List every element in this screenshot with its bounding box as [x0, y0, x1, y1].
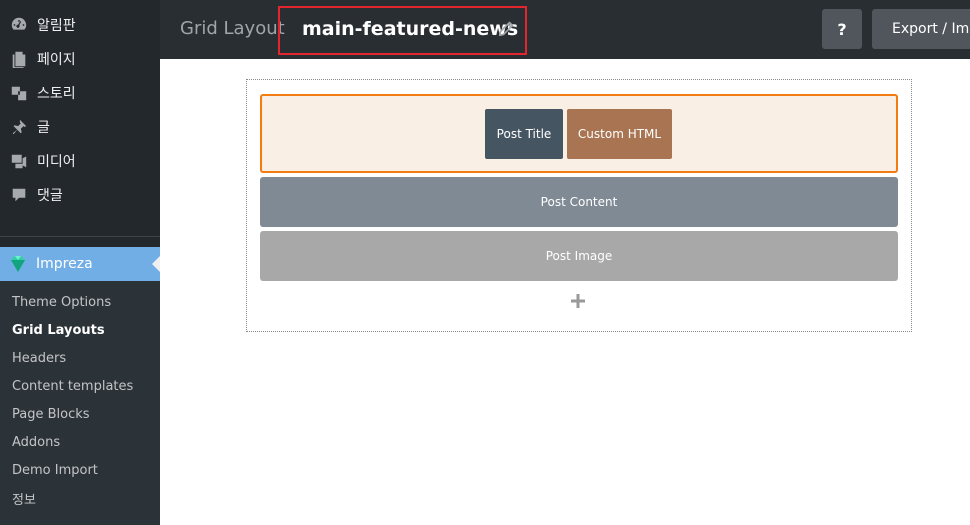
comment-icon [9, 185, 29, 205]
menu-item-label: 미디어 [37, 154, 76, 170]
menu-item-label: 스토리 [37, 86, 76, 102]
active-indicator [152, 256, 160, 272]
submenu-page-blocks[interactable]: Page Blocks [0, 400, 160, 428]
grid-layout-canvas: Post Title Custom HTML Post Content Post… [246, 79, 912, 332]
menu-item-impreza[interactable]: Impreza [0, 247, 160, 281]
element-post-content[interactable]: Post Content [260, 177, 898, 227]
menu-item-stories[interactable]: 스토리 [0, 76, 160, 110]
submenu-demo-import[interactable]: Demo Import [0, 456, 160, 484]
impreza-submenu: Theme Options Grid Layouts Headers Conte… [0, 281, 160, 525]
plus-icon[interactable] [569, 292, 587, 310]
layout-title[interactable]: main-featured-news [302, 18, 518, 40]
submenu-content-templates[interactable]: Content templates [0, 372, 160, 400]
stories-icon [9, 83, 29, 103]
menu-item-label: 알림판 [37, 18, 76, 34]
admin-sidebar: 알림판 페이지 스토리 글 미디어 댓글 Impreza Theme Optio… [0, 0, 160, 525]
menu-item-pages[interactable]: 페이지 [0, 42, 160, 76]
menu-item-dashboard[interactable]: 알림판 [0, 8, 160, 42]
menu-item-comments[interactable]: 댓글 [0, 178, 160, 212]
menu-item-label: 페이지 [37, 52, 76, 68]
element-custom-html[interactable]: Custom HTML [567, 109, 672, 159]
pushpin-icon [9, 117, 29, 137]
builder-row-selected[interactable]: Post Title Custom HTML [260, 94, 898, 173]
menu-item-label: 댓글 [37, 188, 63, 204]
menu-item-posts[interactable]: 글 [0, 110, 160, 144]
page-type-label: Grid Layout [180, 18, 285, 39]
menu-item-label: Impreza [36, 256, 93, 272]
menu-separator [0, 236, 160, 237]
impreza-diamond-icon [7, 253, 29, 275]
builder-topbar: Grid Layout main-featured-news ? Export … [160, 0, 970, 59]
help-button[interactable]: ? [822, 9, 862, 49]
admin-menu: 알림판 페이지 스토리 글 미디어 댓글 [0, 0, 160, 212]
export-import-button[interactable]: Export / Import [872, 9, 970, 49]
submenu-addons[interactable]: Addons [0, 428, 160, 456]
pages-icon [9, 49, 29, 69]
menu-item-media[interactable]: 미디어 [0, 144, 160, 178]
menu-item-label: 글 [37, 120, 50, 136]
pencil-icon[interactable] [497, 20, 515, 38]
submenu-about[interactable]: 정보 [0, 484, 160, 512]
dashboard-icon [9, 15, 29, 35]
submenu-theme-options[interactable]: Theme Options [0, 288, 160, 316]
element-post-image[interactable]: Post Image [260, 231, 898, 281]
element-post-title[interactable]: Post Title [485, 109, 563, 159]
submenu-grid-layouts[interactable]: Grid Layouts [0, 316, 160, 344]
media-icon [9, 151, 29, 171]
submenu-headers[interactable]: Headers [0, 344, 160, 372]
